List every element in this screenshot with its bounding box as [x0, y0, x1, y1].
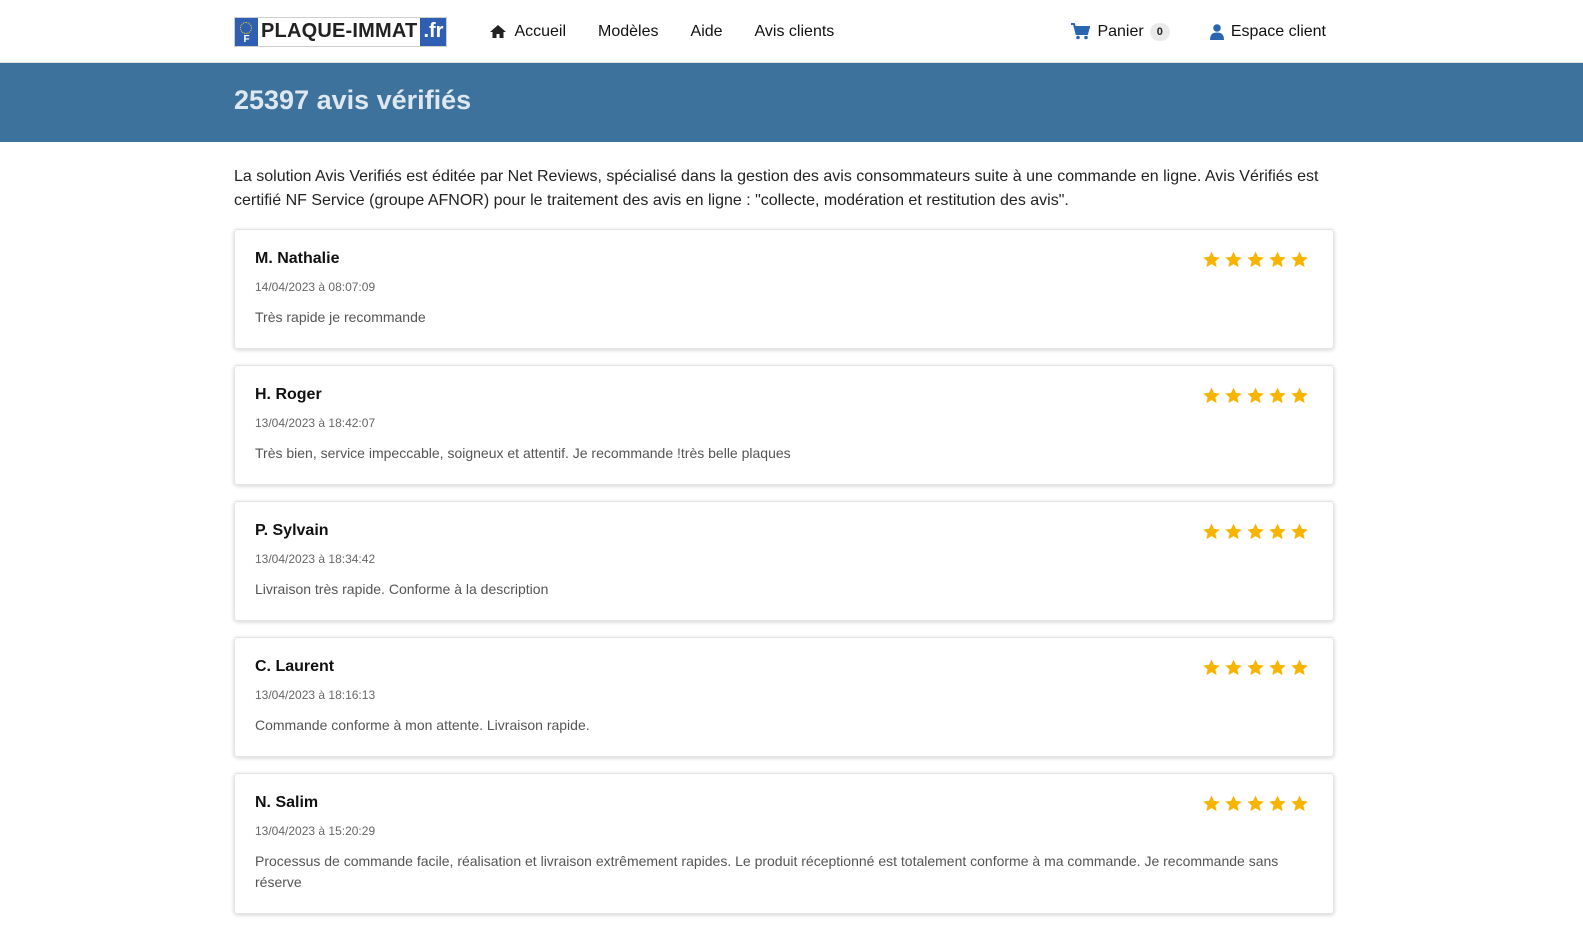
account-label: Espace client: [1230, 22, 1326, 40]
star-icon: [1291, 795, 1308, 812]
star-icon: [1269, 387, 1286, 404]
nav-link-avis-clients[interactable]: Avis clients: [755, 23, 835, 41]
review-rating: [1199, 658, 1309, 677]
star-icon: [1291, 523, 1308, 540]
nav-link-label: Avis clients: [754, 22, 835, 40]
review-date: 14/04/2023 à 08:07:09: [255, 280, 376, 294]
review-date: 13/04/2023 à 15:20:29: [255, 824, 376, 838]
review-card: M. Nathalie 14/04/2023 à 08:07:09 Très rap…: [234, 229, 1334, 349]
review-rating: [1199, 386, 1309, 405]
review-date: 13/04/2023 à 18:42:07: [255, 416, 376, 430]
star-icon: [1203, 523, 1220, 540]
star-icon: [1203, 387, 1220, 404]
review-author: P. Sylvain: [255, 522, 329, 539]
review-text: Processus de commande facile, réalisatio…: [255, 853, 1279, 890]
star-icon: [1269, 795, 1286, 812]
star-icon: [1247, 659, 1264, 676]
star-icon: [1247, 795, 1264, 812]
star-icon: [1291, 251, 1308, 268]
star-icon: [1203, 659, 1220, 676]
review-card: N. Salim 13/04/2023 à 15:20:29 Processus d…: [234, 773, 1334, 914]
review-card: P. Sylvain 13/04/2023 à 18:34:42 Livraison…: [234, 501, 1334, 621]
nav-link-accueil[interactable]: Accueil: [489, 23, 566, 41]
star-icon: [1291, 387, 1308, 404]
star-icon: [1225, 251, 1242, 268]
site-logo[interactable]: F PLAQUE-IMMAT .fr: [234, 16, 448, 47]
home-icon: [490, 25, 507, 38]
cart-count-badge: 0: [1149, 22, 1170, 41]
star-icon: [1203, 251, 1220, 268]
nav-link-label: Modèles: [598, 22, 659, 40]
review-date: 13/04/2023 à 18:16:13: [255, 688, 376, 702]
review-card: H. Roger 13/04/2023 à 18:42:07 Très bien, …: [234, 365, 1334, 485]
review-author: M. Nathalie: [255, 250, 340, 267]
star-icon: [1291, 659, 1308, 676]
review-rating: [1199, 250, 1309, 269]
main-content: La solution Avis Verifiés est éditée par…: [234, 165, 1334, 930]
review-card: C. Laurent 13/04/2023 à 18:16:13 Commande …: [234, 637, 1334, 757]
account-button[interactable]: Espace client: [1209, 22, 1326, 41]
star-icon: [1247, 251, 1264, 268]
star-icon: [1247, 523, 1264, 540]
review-rating: [1199, 522, 1309, 541]
hero-banner: 25397 avis vérifiés: [0, 63, 1583, 142]
star-icon: [1203, 795, 1220, 812]
intro-text: La solution Avis Verifiés est éditée par…: [234, 168, 1319, 209]
navbar: F PLAQUE-IMMAT .fr Accueil Modèles Aide …: [0, 0, 1583, 63]
review-text: Très bien, service impeccable, soigneux …: [255, 445, 791, 461]
review-list: M. Nathalie 14/04/2023 à 08:07:09 Très rap…: [234, 229, 1334, 914]
review-date: 13/04/2023 à 18:34:42: [255, 552, 376, 566]
eu-plate-badge: F: [235, 17, 258, 46]
nav-link-modeles[interactable]: Modèles: [598, 23, 658, 41]
star-icon: [1225, 795, 1242, 812]
cart-icon: [1071, 23, 1091, 40]
user-icon: [1209, 23, 1224, 40]
review-text: Commande conforme à mon attente. Livrais…: [255, 717, 590, 733]
page-title: 25397 avis vérifiés: [234, 85, 472, 115]
star-icon: [1225, 659, 1242, 676]
star-icon: [1269, 523, 1286, 540]
logo-brand-text: PLAQUE-IMMAT: [261, 20, 418, 42]
cart-button[interactable]: Panier 0: [1071, 22, 1170, 41]
review-author: H. Roger: [255, 386, 322, 403]
main-nav: Accueil Modèles Aide Avis clients: [489, 23, 866, 41]
review-text: Très rapide je recommande: [255, 309, 426, 325]
nav-link-label: Aide: [690, 22, 723, 40]
nav-link-aide[interactable]: Aide: [691, 23, 723, 41]
star-icon: [1225, 523, 1242, 540]
star-icon: [1225, 387, 1242, 404]
nav-link-label: Accueil: [514, 22, 567, 40]
review-rating: [1199, 794, 1309, 813]
star-icon: [1269, 659, 1286, 676]
review-author: N. Salim: [255, 794, 319, 811]
review-author: C. Laurent: [255, 658, 335, 675]
nav-right: Panier 0 Espace client: [1031, 22, 1326, 41]
review-text: Livraison très rapide. Conforme à la des…: [255, 581, 549, 597]
star-icon: [1269, 251, 1286, 268]
star-icon: [1247, 387, 1264, 404]
logo-tld-text: .fr: [420, 17, 447, 46]
cart-label: Panier: [1097, 22, 1144, 40]
